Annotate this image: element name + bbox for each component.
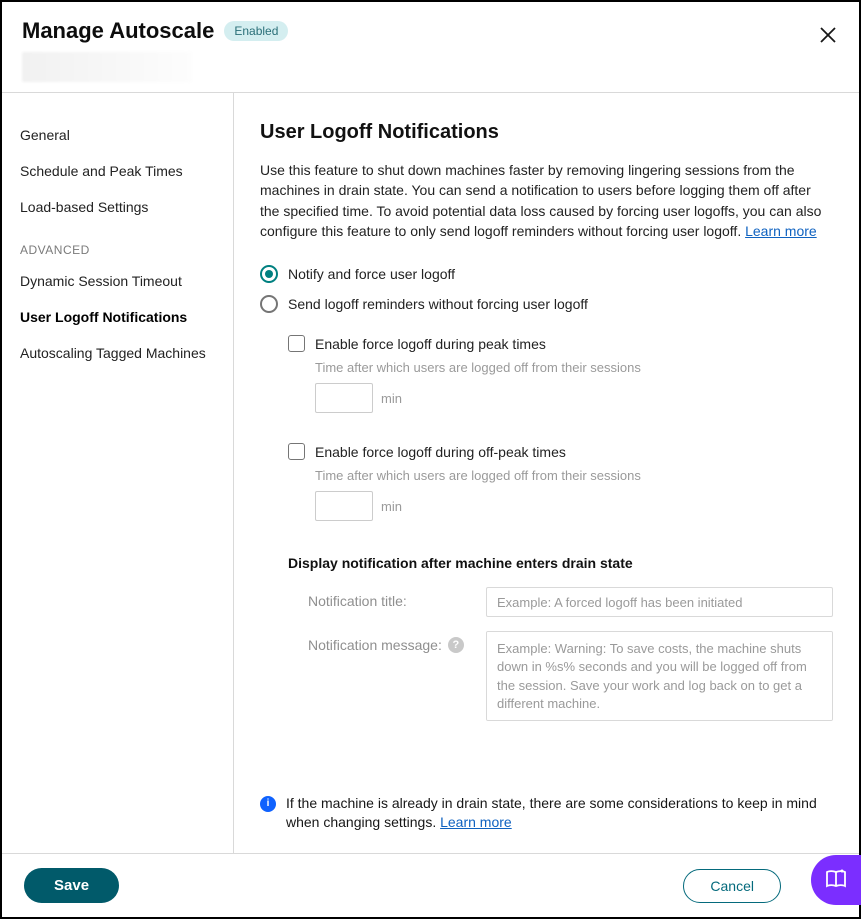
radio-label: Notify and force user logoff — [288, 266, 455, 282]
offpeak-block: Enable force logoff during off-peak time… — [288, 443, 833, 521]
save-button[interactable]: Save — [24, 868, 119, 903]
close-icon[interactable] — [819, 26, 837, 44]
checkbox-force-logoff-offpeak[interactable]: Enable force logoff during off-peak time… — [288, 443, 833, 460]
notification-message-row: Notification message: ? — [308, 631, 833, 721]
book-icon — [824, 867, 848, 894]
notification-title-label: Notification title: — [308, 587, 468, 609]
radio-label: Send logoff reminders without forcing us… — [288, 296, 588, 312]
info-text: If the machine is already in drain state… — [286, 795, 817, 831]
offpeak-time-row: min — [315, 491, 833, 521]
peak-hint: Time after which users are logged off fr… — [315, 360, 833, 375]
main-content: User Logoff Notifications Use this featu… — [234, 93, 859, 853]
offpeak-time-unit: min — [381, 499, 402, 514]
title-row: Manage Autoscale Enabled — [22, 18, 288, 44]
sidebar-item-schedule[interactable]: Schedule and Peak Times — [2, 153, 233, 189]
sidebar: General Schedule and Peak Times Load-bas… — [2, 93, 234, 853]
notification-message-textarea[interactable] — [486, 631, 833, 721]
dialog-title: Manage Autoscale — [22, 18, 214, 44]
offpeak-time-input[interactable] — [315, 491, 373, 521]
sidebar-item-general[interactable]: General — [2, 117, 233, 153]
checkbox-icon — [288, 335, 305, 352]
info-learn-more-link[interactable]: Learn more — [440, 814, 512, 830]
cancel-button[interactable]: Cancel — [683, 869, 781, 903]
page-description: Use this feature to shut down machines f… — [260, 160, 833, 241]
peak-time-row: min — [315, 383, 833, 413]
sidebar-item-logoff-notifications[interactable]: User Logoff Notifications — [2, 299, 233, 335]
checkbox-label: Enable force logoff during peak times — [315, 336, 546, 352]
drain-notification-heading: Display notification after machine enter… — [288, 555, 833, 571]
info-icon: i — [260, 796, 276, 812]
notification-title-input[interactable] — [486, 587, 833, 617]
page-description-text: Use this feature to shut down machines f… — [260, 162, 821, 239]
dialog-body: General Schedule and Peak Times Load-bas… — [2, 93, 859, 853]
checkbox-force-logoff-peak[interactable]: Enable force logoff during peak times — [288, 335, 833, 352]
peak-block: Enable force logoff during peak times Ti… — [288, 335, 833, 413]
sidebar-item-load[interactable]: Load-based Settings — [2, 189, 233, 225]
status-badge: Enabled — [224, 21, 288, 41]
dialog-header: Manage Autoscale Enabled — [2, 2, 859, 93]
radio-icon — [260, 295, 278, 313]
checkbox-icon — [288, 443, 305, 460]
checkbox-label: Enable force logoff during off-peak time… — [315, 444, 566, 460]
help-fab[interactable] — [811, 855, 861, 905]
sidebar-section-advanced: ADVANCED — [2, 225, 233, 263]
radio-reminders-only[interactable]: Send logoff reminders without forcing us… — [260, 295, 833, 313]
radio-icon — [260, 265, 278, 283]
notification-message-label: Notification message: ? — [308, 631, 468, 653]
offpeak-hint: Time after which users are logged off fr… — [315, 468, 833, 483]
learn-more-link[interactable]: Learn more — [745, 223, 817, 239]
subtitle-redacted — [22, 52, 192, 82]
sidebar-item-tagged-machines[interactable]: Autoscaling Tagged Machines — [2, 335, 233, 371]
header-block: Manage Autoscale Enabled — [22, 18, 288, 82]
help-icon[interactable]: ? — [448, 637, 464, 653]
sidebar-item-dynamic-timeout[interactable]: Dynamic Session Timeout — [2, 263, 233, 299]
peak-time-unit: min — [381, 391, 402, 406]
radio-notify-and-force[interactable]: Notify and force user logoff — [260, 265, 833, 283]
peak-time-input[interactable] — [315, 383, 373, 413]
notification-message-label-text: Notification message: — [308, 637, 442, 653]
info-text-wrap: If the machine is already in drain state… — [286, 794, 833, 833]
info-note: i If the machine is already in drain sta… — [260, 774, 833, 833]
page-title: User Logoff Notifications — [260, 121, 833, 144]
dialog-footer: Save Cancel — [2, 853, 859, 917]
notification-title-row: Notification title: — [308, 587, 833, 617]
